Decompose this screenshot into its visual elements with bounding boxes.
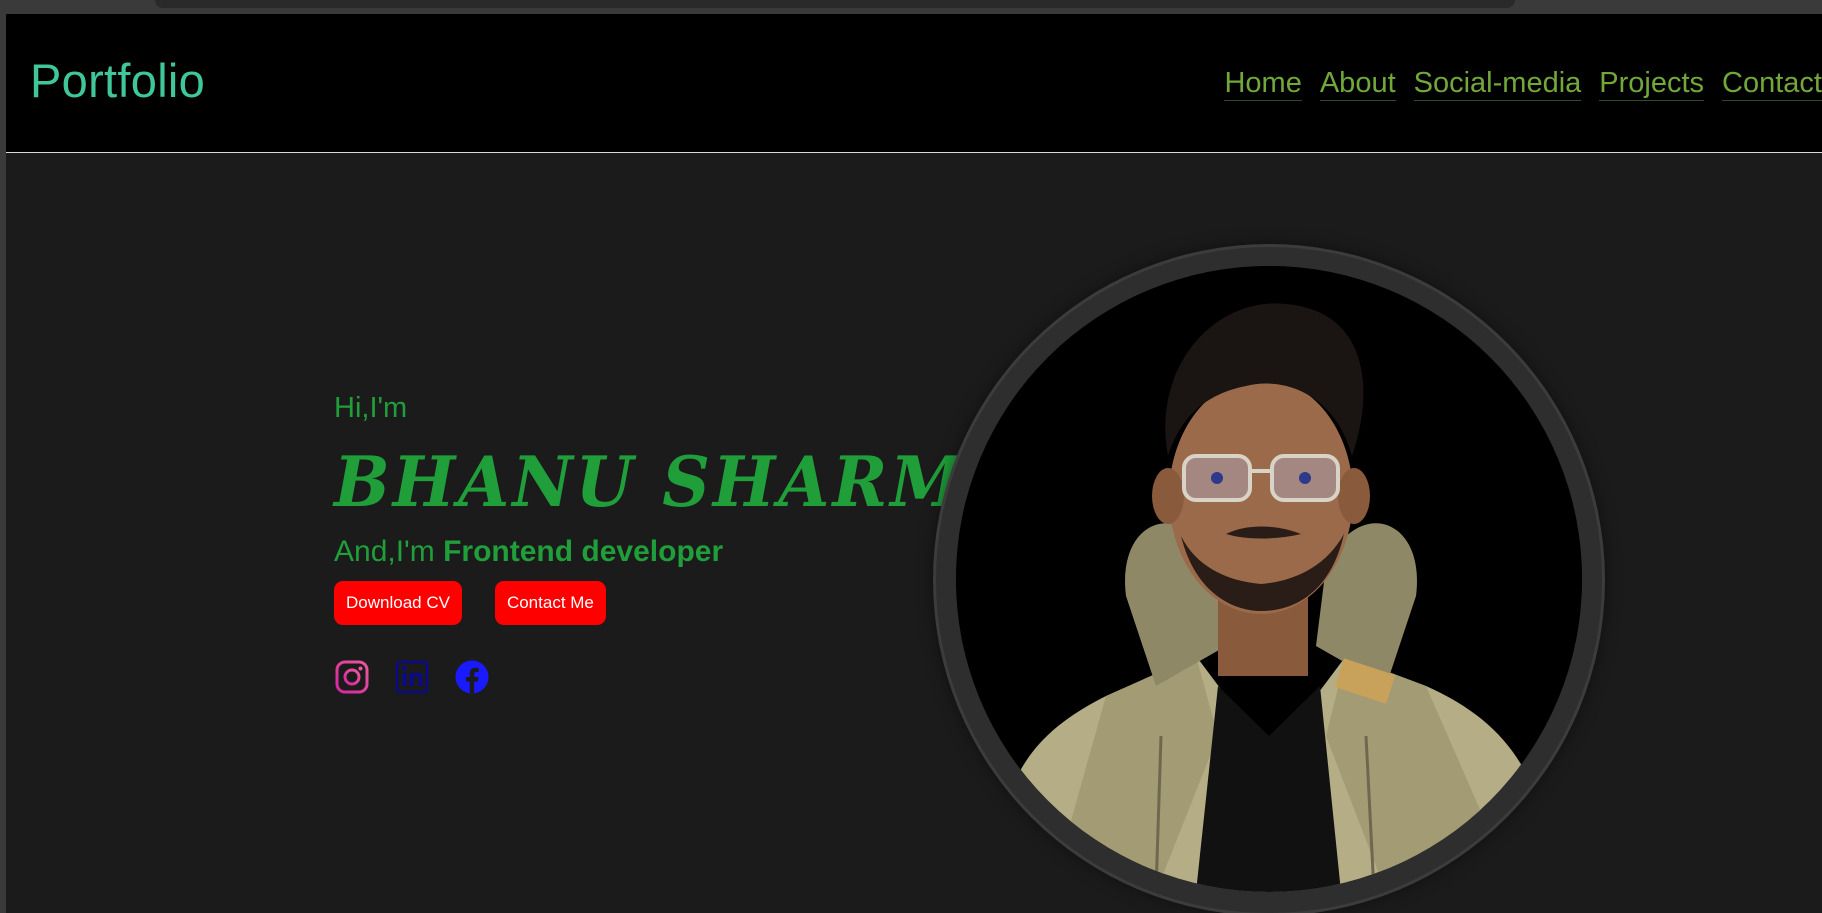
profile-photo <box>956 266 1582 892</box>
download-cv-button[interactable]: Download CV <box>334 581 462 625</box>
social-links <box>334 659 1021 695</box>
browser-top-bar <box>0 0 1822 14</box>
hero-role-highlight: Frontend developer <box>443 535 724 568</box>
site-logo[interactable]: Portfolio <box>30 57 205 104</box>
nav-social-media-link[interactable]: Social-media <box>1413 67 1582 102</box>
hero-buttons: Download CV Contact Me <box>334 581 1021 625</box>
facebook-icon[interactable] <box>454 659 490 695</box>
hero-name: BHANU SHARMA <box>334 440 1021 523</box>
page-viewport: Portfolio Home About Social-media Projec… <box>6 14 1822 913</box>
hero-greeting: Hi,I'm <box>334 392 408 424</box>
hero-intro: Hi,I'm BHANU SHARMA And,I'm Frontend dev… <box>334 394 1021 695</box>
hero-role: And,I'm Frontend developer <box>334 537 1021 567</box>
hero-role-prefix: And,I'm <box>334 535 444 568</box>
nav-about-link[interactable]: About <box>1319 67 1396 102</box>
main-nav: Home About Social-media Projects Contact <box>1224 67 1822 102</box>
instagram-icon[interactable] <box>334 659 370 695</box>
nav-contact-link[interactable]: Contact <box>1722 67 1822 102</box>
nav-projects-link[interactable]: Projects <box>1599 67 1705 102</box>
site-header: Portfolio Home About Social-media Projec… <box>6 14 1822 153</box>
browser-tab-strip <box>155 0 1515 8</box>
nav-home-link[interactable]: Home <box>1224 67 1302 102</box>
linkedin-icon[interactable] <box>394 659 430 695</box>
contact-me-button[interactable]: Contact Me <box>494 581 606 625</box>
